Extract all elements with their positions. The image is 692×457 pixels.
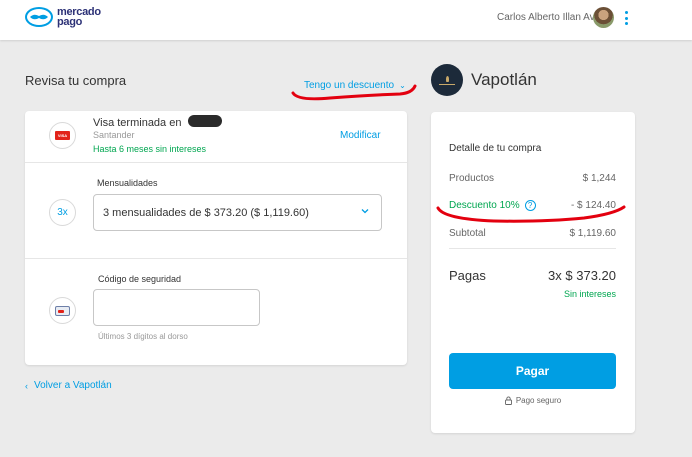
secure-payment-note: Pago seguro bbox=[431, 396, 635, 405]
installments-selected-value: 3 mensualidades de $ 373.20 ($ 1,119.60) bbox=[103, 207, 309, 219]
page-title: Revisa tu compra bbox=[25, 73, 127, 88]
pay-value: 3x $ 373.20 bbox=[548, 268, 616, 283]
top-bar: mercado pago Carlos Alberto Illan Avalos bbox=[0, 0, 692, 40]
back-link-label: Volver a Vapotlán bbox=[34, 380, 112, 391]
secure-label: Pago seguro bbox=[515, 396, 562, 405]
mercado-pago-logo[interactable]: mercado pago bbox=[24, 6, 101, 28]
help-icon[interactable]: ? bbox=[524, 200, 536, 211]
products-label: Productos bbox=[449, 173, 495, 184]
discount-line: Descuento 10% ? - $ 124.40 bbox=[449, 200, 616, 211]
back-to-store-link[interactable]: ‹ Volver a Vapotlán bbox=[25, 380, 112, 391]
discount-value: - $ 124.40 bbox=[570, 200, 616, 211]
handshake-icon bbox=[25, 7, 53, 27]
subtotal-line: Subtotal $ 1,119.60 bbox=[449, 228, 616, 239]
brand-line-2: pago bbox=[57, 16, 83, 28]
modify-card-link[interactable]: Modificar bbox=[340, 130, 381, 141]
lock-icon bbox=[504, 396, 512, 405]
visa-icon: VISA bbox=[55, 131, 70, 140]
products-line: Productos $ 1,244 bbox=[449, 173, 616, 184]
summary-title: Detalle de tu compra bbox=[449, 143, 542, 154]
order-summary-card: Detalle de tu compra Productos $ 1,244 D… bbox=[431, 112, 635, 433]
card-months-promo: Hasta 6 meses sin intereses bbox=[93, 144, 207, 154]
security-circle bbox=[49, 297, 76, 324]
installments-select[interactable]: 3 mensualidades de $ 373.20 ($ 1,119.60) bbox=[93, 194, 382, 231]
total-pay-line: Pagas 3x $ 373.20 bbox=[449, 268, 616, 283]
subtotal-label: Subtotal bbox=[449, 228, 486, 239]
card-brand-circle: VISA bbox=[49, 122, 76, 149]
pay-label: Pagas bbox=[449, 268, 486, 283]
installments-circle: 3x bbox=[49, 199, 76, 226]
discount-label: Descuento 10% bbox=[449, 200, 520, 211]
security-code-label: Código de seguridad bbox=[98, 274, 182, 284]
chevron-left-icon: ‹ bbox=[25, 380, 28, 391]
no-interest-label: Sin intereses bbox=[563, 289, 616, 299]
store-logo bbox=[431, 64, 463, 96]
security-code-hint: Últimos 3 dígitos al dorso bbox=[98, 332, 188, 341]
chevron-down-icon: ⌄ bbox=[399, 81, 406, 90]
store-name: Vapotlán bbox=[471, 70, 537, 89]
divider bbox=[25, 258, 407, 259]
avatar[interactable] bbox=[593, 7, 614, 28]
divider bbox=[449, 248, 616, 249]
divider bbox=[25, 162, 407, 163]
more-options-icon[interactable] bbox=[624, 11, 628, 25]
subtotal-value: $ 1,119.60 bbox=[569, 228, 616, 239]
card-bank: Santander bbox=[93, 130, 135, 140]
chevron-down-icon bbox=[361, 209, 369, 214]
installments-label: Mensualidades bbox=[97, 178, 158, 188]
installments-badge: 3x bbox=[57, 207, 68, 218]
credit-card-back-icon bbox=[55, 305, 70, 316]
discount-link-label: Tengo un descuento bbox=[304, 80, 395, 91]
redacted-card-digits bbox=[188, 115, 222, 127]
security-code-input[interactable] bbox=[93, 289, 260, 326]
card-title: Visa terminada en bbox=[93, 117, 182, 129]
payment-card: VISA Visa terminada en Santander Hasta 6… bbox=[25, 111, 407, 365]
discount-link[interactable]: Tengo un descuento ⌄ bbox=[304, 80, 406, 91]
pay-button[interactable]: Pagar bbox=[449, 353, 616, 389]
products-value: $ 1,244 bbox=[582, 173, 616, 184]
